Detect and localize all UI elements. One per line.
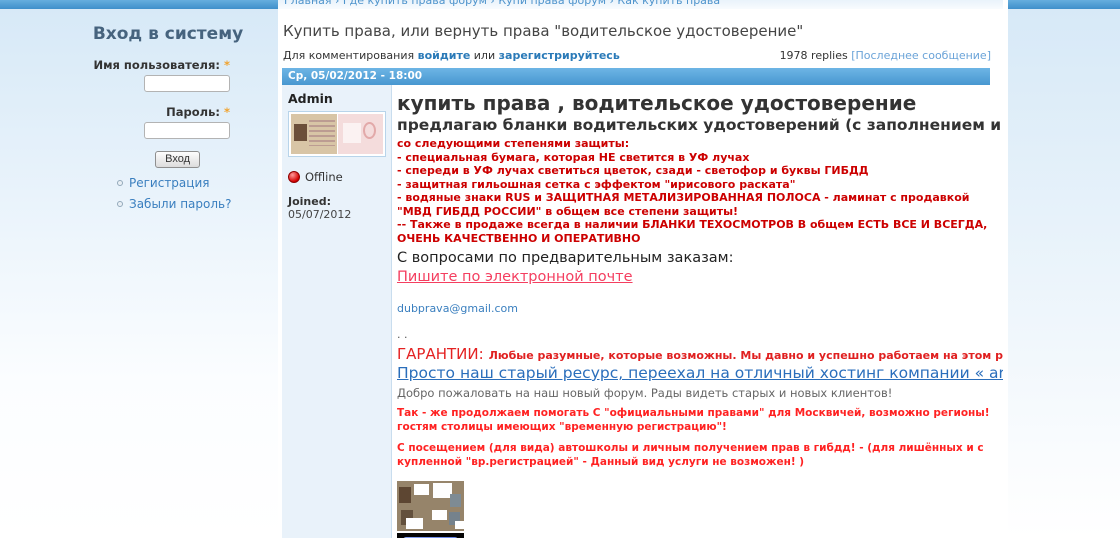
email-address: dubprava@gmail.com xyxy=(397,302,518,315)
security-line: -- Также в продаже всегда в наличии БЛАН… xyxy=(397,218,988,245)
post-heading: купить права , водительское удостоверени… xyxy=(397,91,917,115)
red-notice-paragraph: Так - же продолжаем помогать С "официаль… xyxy=(397,407,990,433)
post-body: Admin Offline Joined: 05/07/2012 купить … xyxy=(282,85,1003,538)
joined-date: 05/07/2012 xyxy=(288,208,352,221)
page-title: Купить права, или вернуть права "водител… xyxy=(283,22,804,40)
redaction-patch xyxy=(432,510,447,520)
site-header-bar xyxy=(1008,0,1120,9)
security-line: - защитная гильошная сетка с эффектом "и… xyxy=(397,177,796,191)
replies-info: 1978 replies [Последнее сообщение] xyxy=(780,49,991,62)
stamp-icon xyxy=(363,122,376,139)
photo-patch xyxy=(399,487,411,503)
red-notice-paragraph: С посещением (для вида) автошколы и личн… xyxy=(397,442,984,468)
login-link[interactable]: войдите xyxy=(418,49,471,62)
blank-patch xyxy=(342,123,361,143)
author-username: Admin xyxy=(288,91,333,106)
security-line: со следующими степенями защиты: xyxy=(397,137,630,150)
photo-patch xyxy=(450,494,461,507)
required-asterisk: * xyxy=(223,58,230,72)
forgot-password-link[interactable]: Забыли пароль? xyxy=(129,197,231,211)
circle-bullet-icon xyxy=(117,201,123,207)
email-link[interactable]: Пишите по электронной почте xyxy=(397,269,633,285)
password-field[interactable] xyxy=(144,122,230,139)
security-line: - водяные знаки RUS и ЗАЩИТНАЯ МЕТАЛИЗИР… xyxy=(397,191,970,218)
login-button[interactable]: Вход xyxy=(155,151,200,168)
breadcrumb[interactable]: Главная › Где купить права форум › Купи … xyxy=(284,0,720,7)
security-line: - спереди в УФ лучах светиться цветок, с… xyxy=(397,164,869,177)
register-inline-link[interactable]: зарегистрируйтесь xyxy=(499,49,620,62)
forum-post: Ср, 05/02/2012 - 18:00 Admin Offline Joi… xyxy=(282,68,1003,538)
license-front-image xyxy=(291,114,337,154)
comment-login-prompt: Для комментирования войдите или зарегист… xyxy=(283,49,620,62)
login-panel: Вход в систему Имя пользователя: * Парол… xyxy=(58,9,278,211)
password-label: Пароль: * xyxy=(166,105,230,119)
post-attachments xyxy=(397,481,1003,538)
site-header-bar xyxy=(0,0,278,9)
welcome-text: Добро пожаловать на наш новый форум. Рад… xyxy=(397,386,893,400)
avatar xyxy=(288,111,386,157)
license-documents-collage-photo xyxy=(397,481,464,531)
comment-info-row: Для комментирования войдите или зарегист… xyxy=(283,49,991,62)
redaction-patch xyxy=(414,484,429,495)
license-back-image xyxy=(337,114,383,154)
last-message-link[interactable]: [Последнее сообщение] xyxy=(851,49,991,62)
orders-text: С вопросами по предварительным заказам: xyxy=(397,250,734,266)
right-panel xyxy=(1008,9,1120,538)
joined-label: Joined: xyxy=(288,195,331,208)
login-panel-title: Вход в систему xyxy=(92,24,244,44)
list-item: Забыли пароль? xyxy=(58,197,278,211)
status-row: Offline xyxy=(288,170,391,184)
list-item: Регистрация xyxy=(58,176,278,190)
old-resource-link[interactable]: Просто наш старый ресурс, переехал на от… xyxy=(397,364,1003,382)
register-link[interactable]: Регистрация xyxy=(129,176,209,190)
portrait-patch xyxy=(294,124,307,141)
username-field[interactable] xyxy=(144,75,230,92)
joined-info: Joined: 05/07/2012 xyxy=(288,195,391,221)
security-line: - специальная бумага, которая НЕ светитс… xyxy=(397,150,750,164)
guarantee-row: ГАРАНТИИ: Любые разумные, которые возмож… xyxy=(397,344,1003,363)
status-badge: Offline xyxy=(305,170,343,184)
text-lines-patch xyxy=(309,120,335,146)
left-column: Вход в систему Имя пользователя: * Парол… xyxy=(0,9,278,538)
redaction-patch xyxy=(406,518,423,529)
post-author-panel: Admin Offline Joined: 05/07/2012 xyxy=(282,85,392,538)
dots-text: . . xyxy=(397,328,408,341)
post-content: купить права , водительское удостоверени… xyxy=(392,85,1003,538)
redaction-patch xyxy=(455,521,464,529)
post-subheading: предлагаю бланки водительских удостовере… xyxy=(397,116,1003,134)
required-asterisk: * xyxy=(223,105,230,119)
guarantee-text: Любые разумные, которые возможны. Мы дав… xyxy=(488,349,1003,362)
uv-license-photo xyxy=(397,533,464,538)
login-links-list: Регистрация Забыли пароль? xyxy=(58,176,278,211)
username-label: Имя пользователя: * xyxy=(93,58,230,72)
guarantee-label: ГАРАНТИИ: xyxy=(397,345,484,363)
post-date-bar: Ср, 05/02/2012 - 18:00 xyxy=(282,68,990,85)
circle-bullet-icon xyxy=(117,180,123,186)
main-content-column: Главная › Где купить права форум › Купи … xyxy=(278,0,1003,538)
offline-status-icon xyxy=(288,171,300,183)
breadcrumb-strip: Главная › Где купить права форум › Купи … xyxy=(278,0,1003,9)
login-form: Имя пользователя: * Пароль: * Вход xyxy=(58,58,230,168)
replies-count: 1978 replies xyxy=(779,49,848,62)
